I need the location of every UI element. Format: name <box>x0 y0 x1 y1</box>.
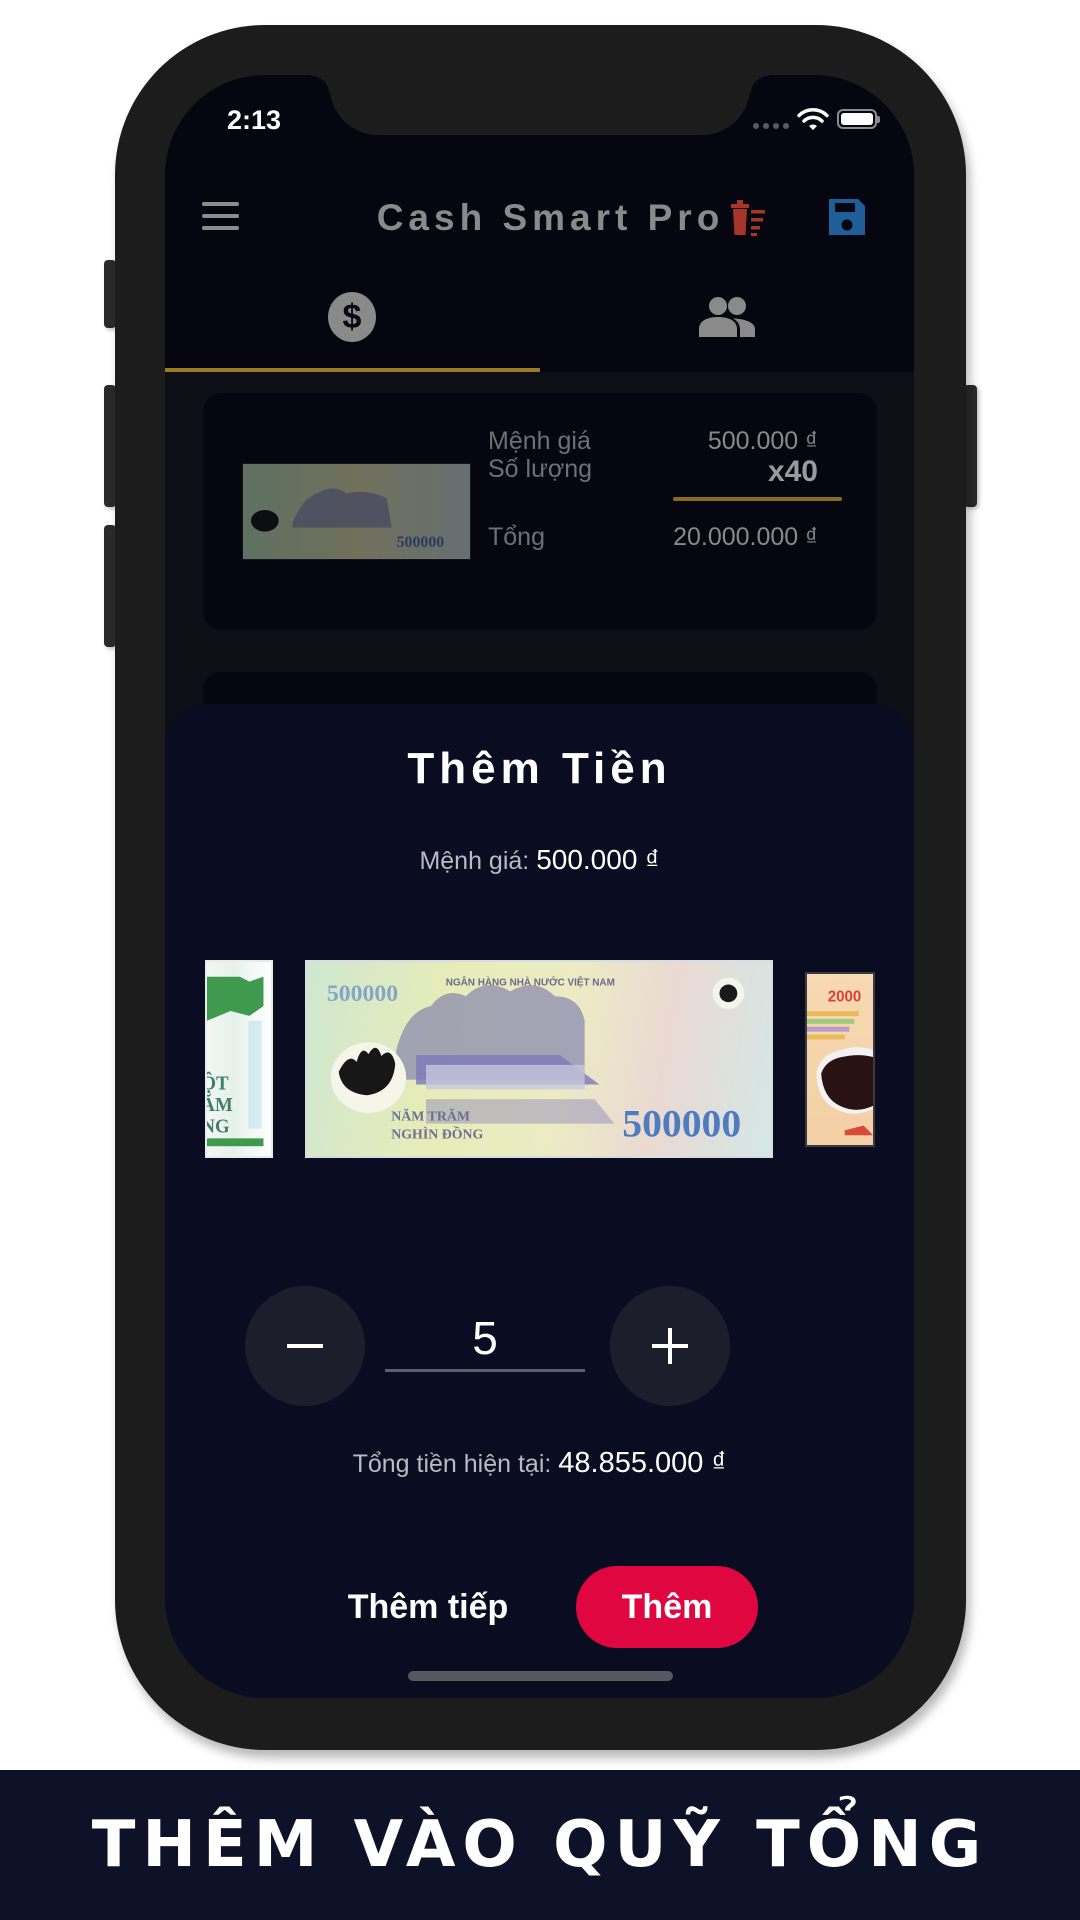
svg-text:NG: NG <box>207 1116 230 1137</box>
add-more-button[interactable]: Thêm tiếp <box>333 1566 523 1648</box>
carousel-banknote-current[interactable]: 500000 NGÂN HÀNG NHÀ NƯỚC VIỆT NAM NĂM T… <box>305 960 773 1158</box>
tab-bar: $ <box>165 275 914 372</box>
svg-text:0: 0 <box>209 988 221 1011</box>
carousel-banknote-previous[interactable]: 0 ỘT ĂM NG <box>205 960 273 1158</box>
phone-screen: 2:13 Cash Smart Pro $ 500000 Mệnh giá 50… <box>165 75 914 1698</box>
svg-text:2000: 2000 <box>828 988 862 1005</box>
carousel-banknote-next[interactable]: 2000 <box>805 972 875 1147</box>
svg-text:500000: 500000 <box>397 534 445 551</box>
plus-icon <box>652 1328 688 1364</box>
stage: 2:13 Cash Smart Pro $ 500000 Mệnh giá 50… <box>0 0 1080 1920</box>
card-separator <box>673 497 842 501</box>
wifi-icon <box>797 108 829 130</box>
card-total-value: 20.000.000 ₫ <box>673 523 818 551</box>
svg-text:ĂM: ĂM <box>207 1094 233 1116</box>
floppy-disk-icon <box>829 199 865 235</box>
svg-text:500000: 500000 <box>622 1102 741 1146</box>
svg-text:NGHÌN ĐỒNG: NGHÌN ĐỒNG <box>391 1124 483 1141</box>
card-denomination-value: 500.000 ₫ <box>707 427 818 455</box>
decrease-quantity-button[interactable] <box>245 1286 365 1406</box>
denomination-card[interactable]: 500000 Mệnh giá 500.000 ₫ Số lượng x40 T… <box>203 393 877 630</box>
app-header: Cash Smart Pro <box>165 175 914 265</box>
home-indicator[interactable] <box>408 1671 673 1681</box>
svg-text:$: $ <box>343 298 362 336</box>
tab-people[interactable] <box>540 275 915 372</box>
tab-money[interactable]: $ <box>165 275 540 372</box>
clear-list-button[interactable] <box>727 197 771 241</box>
trash-list-icon <box>731 200 765 236</box>
sheet-denomination: Mệnh giá: 500.000 ₫ <box>165 844 914 876</box>
save-button[interactable] <box>825 195 869 239</box>
signal-dots-icon <box>753 123 789 129</box>
current-total-label: Tổng tiền hiện tại: <box>352 1450 552 1478</box>
card-quantity-label: Số lượng <box>488 455 593 483</box>
phone-notch <box>310 75 770 135</box>
current-total: Tổng tiền hiện tại: 48.855.000 ₫ <box>165 1447 914 1480</box>
caption-text: THÊM VÀO QUỸ TỔNG <box>91 1808 989 1882</box>
caption-banner: THÊM VÀO QUỸ TỔNG <box>0 1770 1080 1920</box>
card-denomination-row: Mệnh giá 500.000 ₫ <box>488 427 818 456</box>
increase-quantity-button[interactable] <box>610 1286 730 1406</box>
svg-text:500000: 500000 <box>327 981 398 1007</box>
status-time: 2:13 <box>227 105 282 135</box>
quantity-input[interactable] <box>385 1312 585 1372</box>
dollar-coin-icon: $ <box>328 291 377 342</box>
card-total-row: Tổng 20.000.000 ₫ <box>488 523 818 552</box>
current-total-value: 48.855.000 ₫ <box>558 1447 727 1479</box>
battery-icon <box>837 109 880 129</box>
add-button[interactable]: Thêm <box>576 1566 758 1648</box>
banknote-thumbnail: 500000 <box>242 463 471 560</box>
card-quantity-value: x40 <box>767 455 818 488</box>
sheet-denomination-value: 500.000 ₫ <box>536 844 660 875</box>
card-quantity-row: Số lượng x40 <box>488 455 818 489</box>
add-money-sheet: Thêm Tiền Mệnh giá: 500.000 ₫ 0 ỘT ĂM NG <box>165 704 914 1698</box>
sheet-denomination-label: Mệnh giá: <box>419 847 530 875</box>
svg-text:NĂM TRĂM: NĂM TRĂM <box>391 1108 470 1124</box>
app-title: Cash Smart Pro <box>376 197 725 238</box>
card-denomination-label: Mệnh giá <box>488 427 591 455</box>
minus-icon <box>287 1344 323 1348</box>
people-group-icon <box>698 296 755 337</box>
sheet-title: Thêm Tiền <box>407 744 672 793</box>
svg-text:ỘT: ỘT <box>207 1072 229 1094</box>
card-total-label: Tổng <box>488 523 545 551</box>
